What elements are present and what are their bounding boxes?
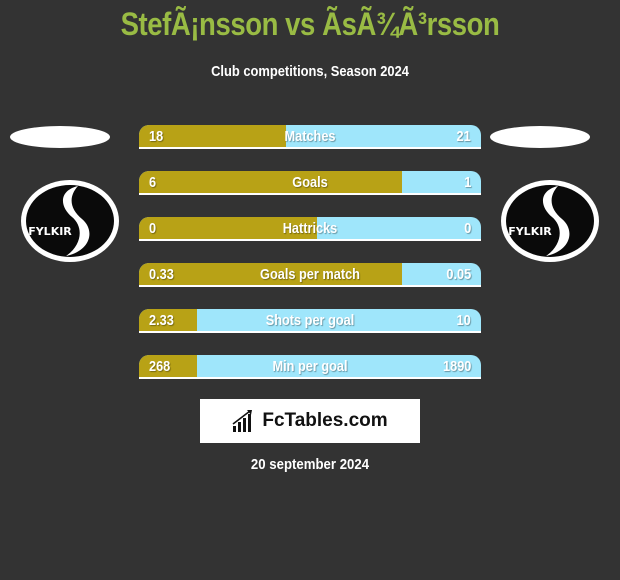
right-player-placeholder — [490, 126, 590, 148]
left-value: 268 — [149, 358, 171, 375]
svg-text:FYLKIR: FYLKIR — [508, 225, 552, 238]
match-date: 20 september 2024 — [250, 456, 370, 473]
right-value: 1 — [463, 174, 471, 191]
brand-text: FcTables.com — [262, 410, 388, 431]
left-value: 18 — [149, 128, 164, 145]
stat-label: Matches — [284, 128, 336, 145]
left-value: 6 — [149, 174, 157, 191]
left-value: 2.33 — [149, 312, 174, 329]
left-value: 0 — [149, 220, 157, 237]
stat-label: Min per goal — [272, 358, 348, 375]
svg-text:FYLKIR: FYLKIR — [28, 225, 72, 238]
fylkir-crest-icon: FYLKIR — [501, 180, 599, 262]
right-team-logo[interactable]: FYLKIR — [500, 179, 600, 263]
right-value: 21 — [456, 128, 471, 145]
stat-row-shots-per-goal: Shots per goal 2.33 10 — [139, 309, 481, 333]
stat-row-goals-per-match: Goals per match 0.33 0.05 — [139, 263, 481, 287]
fctables-brand-link[interactable]: FcTables.com — [200, 399, 420, 443]
stat-label: Shots per goal — [265, 312, 355, 329]
stat-row-goals: Goals 6 1 — [139, 171, 481, 195]
left-player-placeholder — [10, 126, 110, 148]
stat-row-matches: Matches 18 21 — [139, 125, 481, 149]
stat-row-hattricks: Hattricks 0 0 — [139, 217, 481, 241]
left-value: 0.33 — [149, 266, 174, 283]
bar-chart-icon — [232, 410, 253, 432]
stat-label: Goals per match — [260, 266, 360, 283]
stat-label: Hattricks — [282, 220, 338, 237]
stat-row-min-per-goal: Min per goal 268 1890 — [139, 355, 481, 379]
stat-label: Goals — [292, 174, 328, 191]
competition-subtitle: Club competitions, Season 2024 — [211, 63, 409, 80]
fylkir-crest-icon: FYLKIR — [21, 180, 119, 262]
left-team-logo[interactable]: FYLKIR — [20, 179, 120, 263]
right-value: 10 — [456, 312, 471, 329]
right-value: 1890 — [442, 358, 471, 375]
right-value: 0.05 — [446, 266, 471, 283]
page-title: StefÃ¡nsson vs ÃsÃ¾Ã³rsson — [120, 6, 500, 42]
right-value: 0 — [463, 220, 471, 237]
